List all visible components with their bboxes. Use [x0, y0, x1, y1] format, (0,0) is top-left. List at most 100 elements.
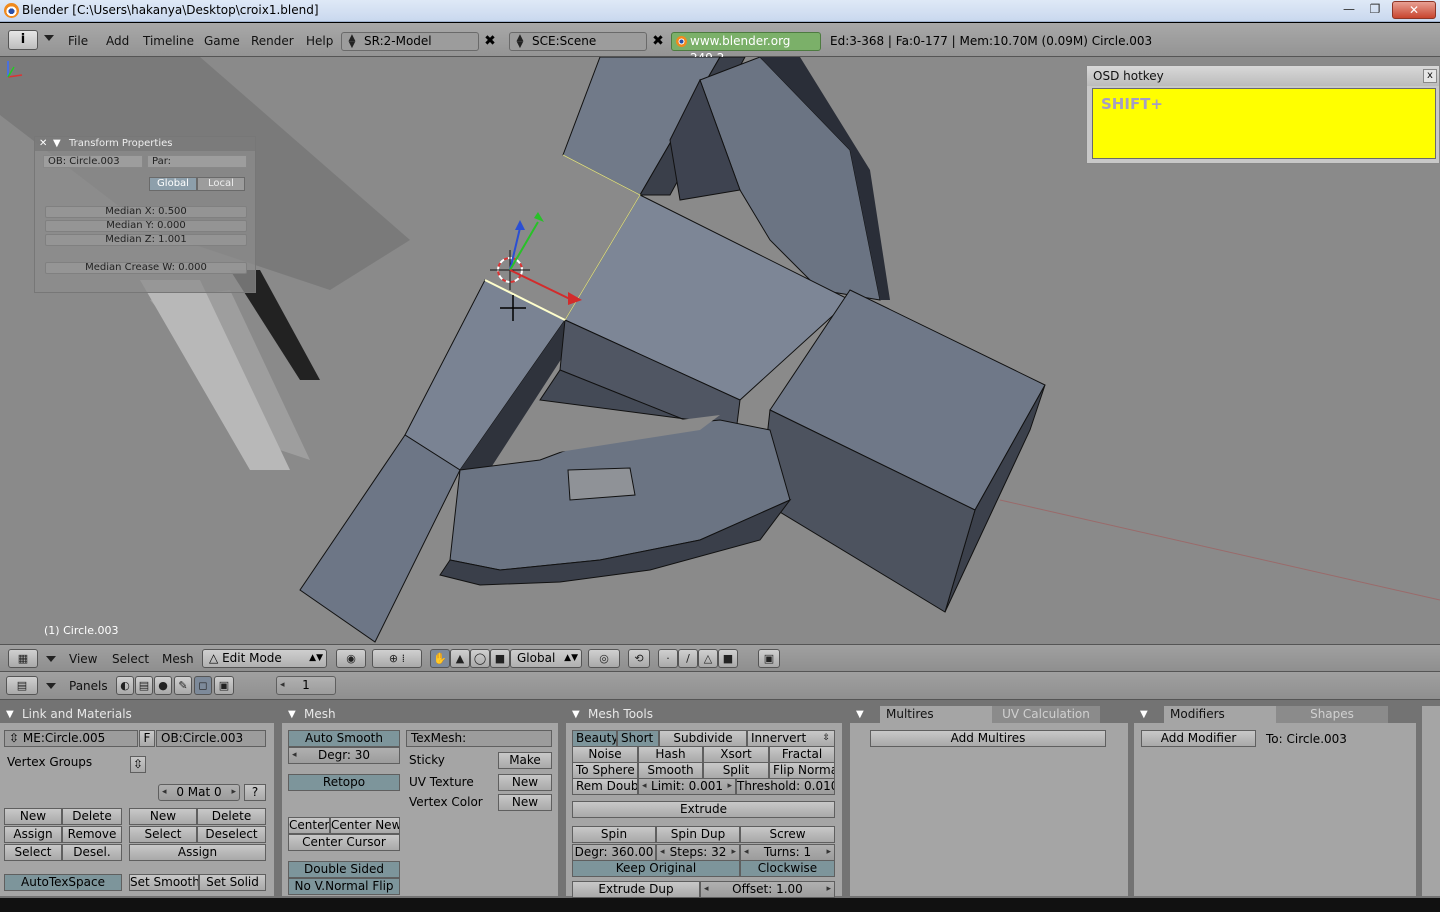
collapse-triangle-icon[interactable]: ▼: [288, 706, 296, 723]
transform-properties-panel[interactable]: ✕ ▼ Transform Properties OB: Circle.003 …: [34, 136, 256, 293]
double-sided-toggle[interactable]: Double Sided: [288, 861, 400, 878]
add-multires-button[interactable]: Add Multires: [870, 730, 1106, 747]
fractal-button[interactable]: Fractal: [769, 746, 835, 763]
texmesh-field[interactable]: TexMesh:: [406, 730, 552, 747]
manipulator-z-axis[interactable]: [509, 227, 521, 271]
vertex-color-new-button[interactable]: New: [498, 794, 552, 811]
decrement-arrow-icon[interactable]: ◂: [704, 882, 709, 897]
osd-close-button[interactable]: x: [1423, 69, 1437, 83]
center-button[interactable]: Center: [288, 817, 330, 834]
manipulator-x-axis[interactable]: [509, 269, 573, 301]
clockwise-toggle[interactable]: Clockwise: [740, 860, 835, 877]
render-icon[interactable]: ▣: [758, 649, 780, 668]
noise-button[interactable]: Noise: [572, 746, 638, 763]
decrement-arrow-icon[interactable]: ◂: [292, 748, 297, 763]
material-help-button[interactable]: ?: [244, 784, 266, 801]
menu-render[interactable]: Render: [251, 34, 294, 48]
vg-deselect-button[interactable]: Desel.: [62, 844, 122, 861]
hash-button[interactable]: Hash: [638, 746, 703, 763]
menu-view[interactable]: View: [69, 652, 97, 666]
add-modifier-button[interactable]: Add Modifier: [1141, 730, 1256, 747]
steps-field[interactable]: ◂ Steps: 32 ▸: [656, 844, 740, 861]
beauty-toggle[interactable]: Beauty: [572, 730, 617, 747]
panel-header[interactable]: ▼ Link and Materials: [0, 706, 274, 723]
object-context-icon[interactable]: ✎: [174, 676, 192, 695]
rotate-manipulator-icon[interactable]: ◯: [470, 649, 490, 668]
no-vnormal-flip-toggle[interactable]: No V.Normal Flip: [288, 878, 400, 895]
set-solid-button[interactable]: Set Solid: [199, 874, 266, 891]
increment-arrow-icon[interactable]: ▸: [826, 845, 831, 860]
manipulator-y-arrow-icon[interactable]: [534, 212, 544, 222]
decrement-arrow-icon[interactable]: ◂: [162, 785, 167, 800]
screw-button[interactable]: Screw: [740, 826, 835, 843]
sticky-make-button[interactable]: Make: [498, 752, 552, 769]
editor-type-grid-icon[interactable]: ▦: [8, 649, 38, 668]
set-smooth-button[interactable]: Set Smooth: [129, 874, 199, 891]
global-toggle[interactable]: Global: [149, 177, 197, 191]
threshold-field[interactable]: Threshold: 0.010: [736, 778, 835, 795]
smooth-button[interactable]: Smooth: [638, 762, 703, 779]
offset-field[interactable]: ◂ Offset: 1.00 ▸: [700, 881, 835, 898]
center-new-button[interactable]: Center New: [330, 817, 400, 834]
object-name-field[interactable]: OB:Circle.003: [156, 730, 266, 747]
delete-screen-button[interactable]: ✖: [482, 32, 498, 51]
menu-file[interactable]: File: [68, 34, 88, 48]
flip-normal-button[interactable]: Flip Normal: [769, 762, 835, 779]
increment-arrow-icon[interactable]: ▸: [231, 785, 236, 800]
delete-scene-button[interactable]: ✖: [650, 32, 666, 51]
uv-texture-new-button[interactable]: New: [498, 774, 552, 791]
extrude-button[interactable]: Extrude: [572, 801, 835, 818]
maximize-button[interactable]: ❐: [1362, 1, 1388, 19]
menu-timeline[interactable]: Timeline: [143, 34, 194, 48]
menu-mesh[interactable]: Mesh: [162, 652, 194, 666]
snap-icon[interactable]: ⟲: [628, 649, 650, 668]
logic-context-icon[interactable]: ◐: [116, 676, 134, 695]
panel-header[interactable]: ▼ Mesh Tools: [566, 706, 842, 723]
transform-panel-header[interactable]: ✕ ▼ Transform Properties: [35, 137, 255, 151]
decrement-arrow-icon[interactable]: ◂: [744, 845, 749, 860]
spin-degr-field[interactable]: Degr: 360.00: [572, 844, 656, 861]
info-window-type-button[interactable]: i: [8, 30, 38, 50]
proportional-edit-icon[interactable]: ◎: [588, 649, 620, 668]
frame-field[interactable]: ◂ 1: [276, 676, 336, 695]
mode-selector[interactable]: △ Edit Mode ▲▼: [202, 649, 327, 668]
scale-manipulator-icon[interactable]: ■: [490, 649, 510, 668]
blender-website-link[interactable]: www.blender.org 249.2: [671, 32, 821, 65]
translate-manipulator-icon[interactable]: ▲: [450, 649, 470, 668]
vg-remove-button[interactable]: Remove: [62, 826, 122, 843]
mesh-datablock-field[interactable]: ⇳ ME:Circle.005: [4, 730, 138, 747]
vg-delete-button[interactable]: Delete: [62, 808, 122, 825]
menu-game[interactable]: Game: [204, 34, 240, 48]
median-y-field[interactable]: Median Y: 0.000: [45, 220, 247, 232]
edge-select-icon[interactable]: /: [678, 649, 698, 668]
panel-header[interactable]: ▼ Mesh: [282, 706, 558, 723]
script-context-icon[interactable]: ▤: [135, 676, 153, 695]
close-panel-icon[interactable]: ✕: [39, 137, 47, 151]
xsort-button[interactable]: Xsort: [703, 746, 769, 763]
scene-context-icon[interactable]: ▣: [214, 676, 234, 695]
tab-multires[interactable]: Multires: [880, 706, 992, 723]
degr-field[interactable]: ◂ Degr: 30: [288, 747, 400, 764]
median-z-field[interactable]: Median Z: 1.001: [45, 234, 247, 246]
collapse-triangle-icon[interactable]: ▼: [6, 706, 14, 723]
auto-smooth-toggle[interactable]: Auto Smooth: [288, 730, 400, 747]
scene-selector[interactable]: ▲ ▼ SCE:Scene: [509, 32, 647, 51]
manipulator-z-arrow-icon[interactable]: [515, 220, 525, 230]
draw-type-icon[interactable]: ◉: [336, 649, 366, 668]
collapse-menu-arrow-icon[interactable]: [46, 656, 56, 662]
vg-new-button[interactable]: New: [4, 808, 62, 825]
parent-field[interactable]: Par:: [147, 155, 247, 168]
close-window-button[interactable]: ✕: [1392, 1, 1436, 19]
collapse-triangle-icon[interactable]: ▼: [856, 706, 864, 723]
mat-delete-button[interactable]: Delete: [197, 808, 266, 825]
vg-assign-button[interactable]: Assign: [4, 826, 62, 843]
spin-dup-button[interactable]: Spin Dup: [656, 826, 740, 843]
fake-user-button[interactable]: F: [139, 730, 155, 747]
innervert-selector[interactable]: Innervert ⇳: [747, 730, 835, 747]
face-select-icon[interactable]: △: [698, 649, 718, 668]
limit-field[interactable]: ◂ Limit: 0.001 ▸: [638, 778, 736, 795]
orientation-selector[interactable]: Global ▲▼: [510, 649, 582, 668]
retopo-toggle[interactable]: Retopo: [288, 774, 400, 791]
keep-original-toggle[interactable]: Keep Original: [572, 860, 740, 877]
collapse-triangle-icon[interactable]: ▼: [1140, 706, 1148, 723]
